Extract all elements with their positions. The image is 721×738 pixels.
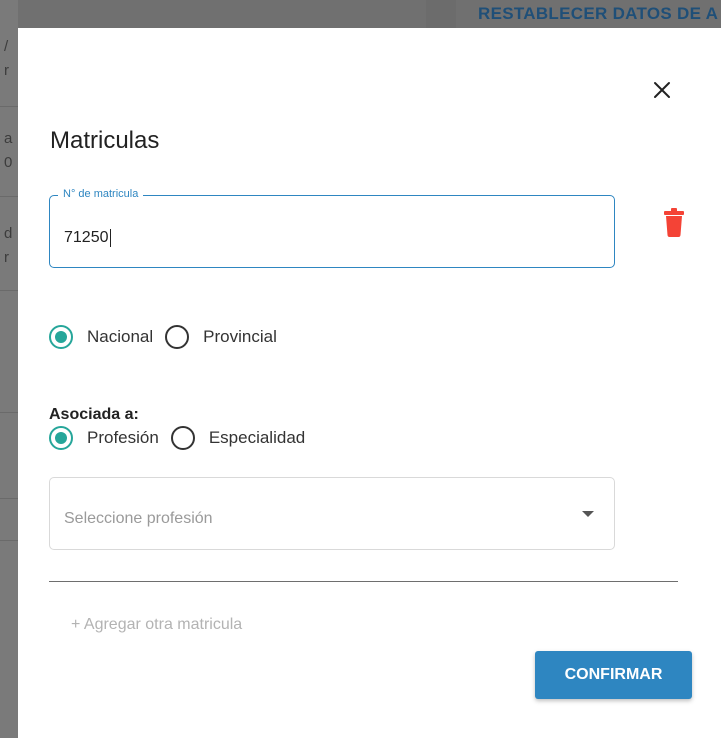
chevron-down-icon — [582, 511, 594, 517]
radio-label: Provincial — [203, 327, 277, 346]
confirm-button[interactable]: CONFIRMAR — [535, 651, 692, 699]
background-left-column: / r a 0 d r — [0, 0, 18, 738]
jurisdiction-radio-group: Nacional Provincial — [49, 325, 289, 349]
close-button[interactable] — [650, 78, 674, 102]
background-text-fragment: / — [4, 38, 9, 55]
matriculas-dialog: Matriculas N° de matricula 71250 Naciona… — [18, 28, 721, 738]
background-divider — [0, 290, 18, 291]
add-matricula-link[interactable]: + Agregar otra matricula — [71, 616, 242, 634]
select-placeholder: Seleccione profesión — [64, 510, 213, 527]
radio-unchecked-icon — [165, 325, 190, 349]
background-divider — [0, 196, 18, 197]
matricula-input[interactable]: 71250 — [64, 229, 111, 247]
background-text-fragment: r — [4, 62, 9, 79]
background-text-fragment: 0 — [4, 154, 13, 171]
matricula-field-label: N° de matricula — [58, 188, 144, 200]
divider — [49, 581, 678, 582]
background-reset-button: RESTABLECER DATOS DE A — [478, 4, 719, 23]
associated-label: Asociada a: — [49, 406, 139, 423]
dialog-title: Matriculas — [50, 127, 160, 154]
radio-nacional[interactable]: Nacional — [49, 325, 153, 349]
profesion-select[interactable]: Seleccione profesión — [49, 477, 615, 550]
radio-especialidad[interactable]: Especialidad — [170, 426, 306, 450]
matricula-input-value: 71250 — [64, 229, 109, 247]
background-text-fragment: a — [4, 130, 13, 147]
background-divider — [0, 540, 18, 541]
close-icon — [654, 82, 670, 98]
background-text-fragment: r — [4, 249, 9, 266]
background-panel — [426, 0, 456, 28]
matricula-number-field[interactable]: N° de matricula 71250 — [49, 188, 615, 268]
radio-label: Especialidad — [208, 428, 306, 447]
text-caret — [109, 229, 111, 247]
background-text-fragment: d — [4, 225, 13, 242]
radio-provincial[interactable]: Provincial — [165, 325, 277, 349]
delete-matricula-button[interactable] — [663, 206, 685, 238]
radio-label: Nacional — [87, 327, 154, 346]
association-radio-group: Profesión Especialidad — [49, 426, 317, 450]
radio-checked-icon — [49, 325, 73, 349]
radio-unchecked-icon — [170, 426, 195, 450]
trash-icon — [664, 208, 684, 237]
radio-label: Profesión — [87, 428, 159, 447]
background-divider — [0, 412, 18, 413]
background-divider — [0, 498, 18, 499]
radio-profesion[interactable]: Profesión — [49, 426, 159, 450]
background-divider — [0, 106, 18, 107]
radio-checked-icon — [49, 426, 73, 450]
